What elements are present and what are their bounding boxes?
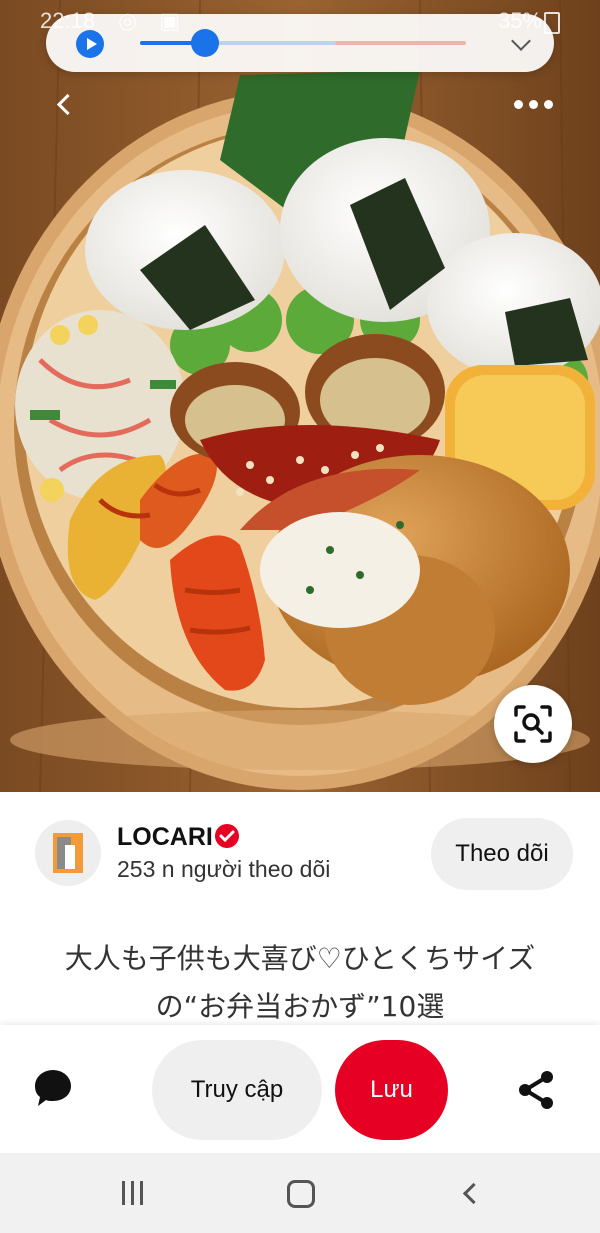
visual-search-button[interactable]	[494, 685, 572, 763]
back-arrow-icon[interactable]	[52, 92, 78, 118]
comment-icon[interactable]	[32, 1067, 74, 1109]
lens-search-icon	[514, 705, 552, 743]
verified-badge-icon	[215, 824, 239, 848]
visit-button[interactable]: Truy cập	[152, 1040, 322, 1140]
chevron-down-icon[interactable]	[511, 31, 531, 51]
recents-icon[interactable]	[120, 1181, 146, 1205]
follower-count: 253 n người theo dõi	[117, 856, 331, 882]
media-player-pill[interactable]	[46, 14, 554, 72]
pin-title: 大人も子供も大喜び♡ひとくちサイズの“お弁当おかず”10選	[64, 942, 536, 1023]
system-navigation-bar	[0, 1153, 600, 1233]
creator-avatar[interactable]	[35, 820, 101, 886]
home-icon[interactable]	[287, 1180, 315, 1208]
bento-photo	[0, 0, 600, 792]
media-seek-thumb[interactable]	[191, 29, 220, 57]
play-icon[interactable]	[76, 30, 104, 58]
follow-button[interactable]: Theo dõi	[431, 818, 573, 890]
locari-logo-icon	[53, 833, 83, 873]
creator-name[interactable]: LOCARI	[117, 823, 213, 852]
action-bar: Truy cập Lưu	[0, 1025, 600, 1153]
media-seek-bar[interactable]	[140, 29, 466, 57]
share-icon[interactable]	[516, 1069, 558, 1111]
more-options-icon[interactable]	[514, 96, 554, 112]
save-button[interactable]: Lưu	[335, 1040, 448, 1140]
back-icon[interactable]	[460, 1181, 480, 1205]
pin-image[interactable]: 22:18 ◎ ▣ 35%	[0, 0, 600, 792]
